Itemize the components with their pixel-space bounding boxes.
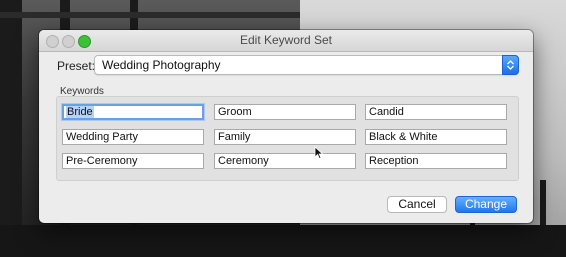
keyword-text: Wedding Party xyxy=(66,131,138,143)
cancel-button[interactable]: Cancel xyxy=(387,196,447,213)
keyword-text: Reception xyxy=(369,155,419,167)
keyword-field[interactable]: Groom xyxy=(214,104,356,120)
keyword-field[interactable]: Family xyxy=(214,129,356,145)
preset-selected-value: Wedding Photography xyxy=(102,58,221,72)
keyword-text: Pre-Ceremony xyxy=(66,155,138,167)
keyword-text: Ceremony xyxy=(218,155,269,167)
keyword-field[interactable]: Wedding Party xyxy=(62,129,204,145)
keyword-text: Black & White xyxy=(369,131,438,143)
keyword-field[interactable]: Ceremony xyxy=(214,153,356,169)
background-pier xyxy=(0,225,566,257)
background-post xyxy=(0,0,22,257)
keyword-field[interactable]: Pre-Ceremony xyxy=(62,153,204,169)
keyword-field[interactable]: Candid xyxy=(365,104,507,120)
keyword-field[interactable]: Bride xyxy=(62,104,204,120)
keyword-text: Groom xyxy=(218,106,252,118)
mouse-cursor-icon xyxy=(314,146,324,163)
keyword-field[interactable]: Black & White xyxy=(365,129,507,145)
background-beam xyxy=(0,12,300,18)
keyword-text: Family xyxy=(218,131,251,143)
keyword-field[interactable]: Reception xyxy=(365,153,507,169)
title-bar[interactable]: Edit Keyword Set xyxy=(39,30,533,52)
keyword-text: Bride xyxy=(66,106,94,118)
edit-keyword-set-dialog: Edit Keyword Set Preset: Wedding Photogr… xyxy=(39,30,533,223)
window-title: Edit Keyword Set xyxy=(239,33,333,47)
preset-dropdown[interactable]: Wedding Photography xyxy=(94,55,519,75)
preset-label: Preset: xyxy=(57,59,96,73)
change-button[interactable]: Change xyxy=(455,196,517,213)
keyword-text: Candid xyxy=(369,106,404,118)
stepper-arrows-icon[interactable] xyxy=(502,55,519,75)
